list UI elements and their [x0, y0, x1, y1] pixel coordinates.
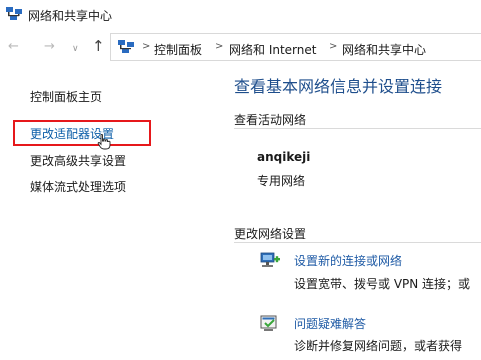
- troubleshoot-icon: [260, 315, 277, 331]
- control-panel-icon: [118, 40, 134, 53]
- recent-locations-icon[interactable]: ∨: [72, 41, 79, 57]
- network-name: anqikeji: [257, 150, 311, 164]
- breadcrumb-separator-icon[interactable]: >: [329, 41, 337, 52]
- breadcrumb-network-internet[interactable]: 网络和 Internet: [229, 41, 316, 58]
- network-center-icon: [6, 7, 22, 20]
- setup-new-connection-link[interactable]: 设置新的连接或网络: [294, 252, 402, 269]
- window-title: 网络和共享中心: [28, 9, 113, 23]
- media-streaming-options-link[interactable]: 媒体流式处理选项: [30, 178, 126, 195]
- active-networks-heading: 查看活动网络: [234, 113, 307, 127]
- setup-new-connection-description: 设置宽带、拨号或 VPN 连接；或: [294, 277, 471, 291]
- troubleshoot-description: 诊断并修复网络问题，或者获得: [294, 339, 463, 353]
- title-bar: 网络和共享中心: [0, 0, 481, 28]
- sidebar-home-link[interactable]: 控制面板主页: [30, 88, 102, 105]
- change-network-settings-heading: 更改网络设置: [234, 227, 307, 241]
- highlight-box: [13, 120, 151, 146]
- up-arrow-icon[interactable]: ↑: [92, 38, 105, 54]
- navigation-bar: ← → ∨ ↑ > 控制面板 > 网络和 Internet > 网络和共享中心: [0, 30, 481, 64]
- change-advanced-sharing-link[interactable]: 更改高级共享设置: [30, 152, 126, 169]
- divider: [234, 128, 481, 129]
- divider: [234, 242, 481, 243]
- network-type: 专用网络: [257, 174, 306, 188]
- page-title: 查看基本网络信息并设置连接: [234, 77, 443, 96]
- breadcrumb-control-panel[interactable]: 控制面板: [154, 41, 202, 58]
- address-bar[interactable]: > 控制面板 > 网络和 Internet > 网络和共享中心: [110, 33, 481, 61]
- forward-arrow-icon[interactable]: →: [44, 39, 55, 55]
- new-connection-icon: [260, 252, 280, 267]
- back-arrow-icon[interactable]: ←: [8, 39, 19, 55]
- breadcrumb-network-sharing-center[interactable]: 网络和共享中心: [342, 41, 426, 58]
- breadcrumb-separator-icon[interactable]: >: [142, 41, 150, 52]
- hand-cursor-icon: [97, 134, 111, 150]
- troubleshoot-link[interactable]: 问题疑难解答: [294, 315, 366, 332]
- breadcrumb-separator-icon[interactable]: >: [215, 41, 223, 52]
